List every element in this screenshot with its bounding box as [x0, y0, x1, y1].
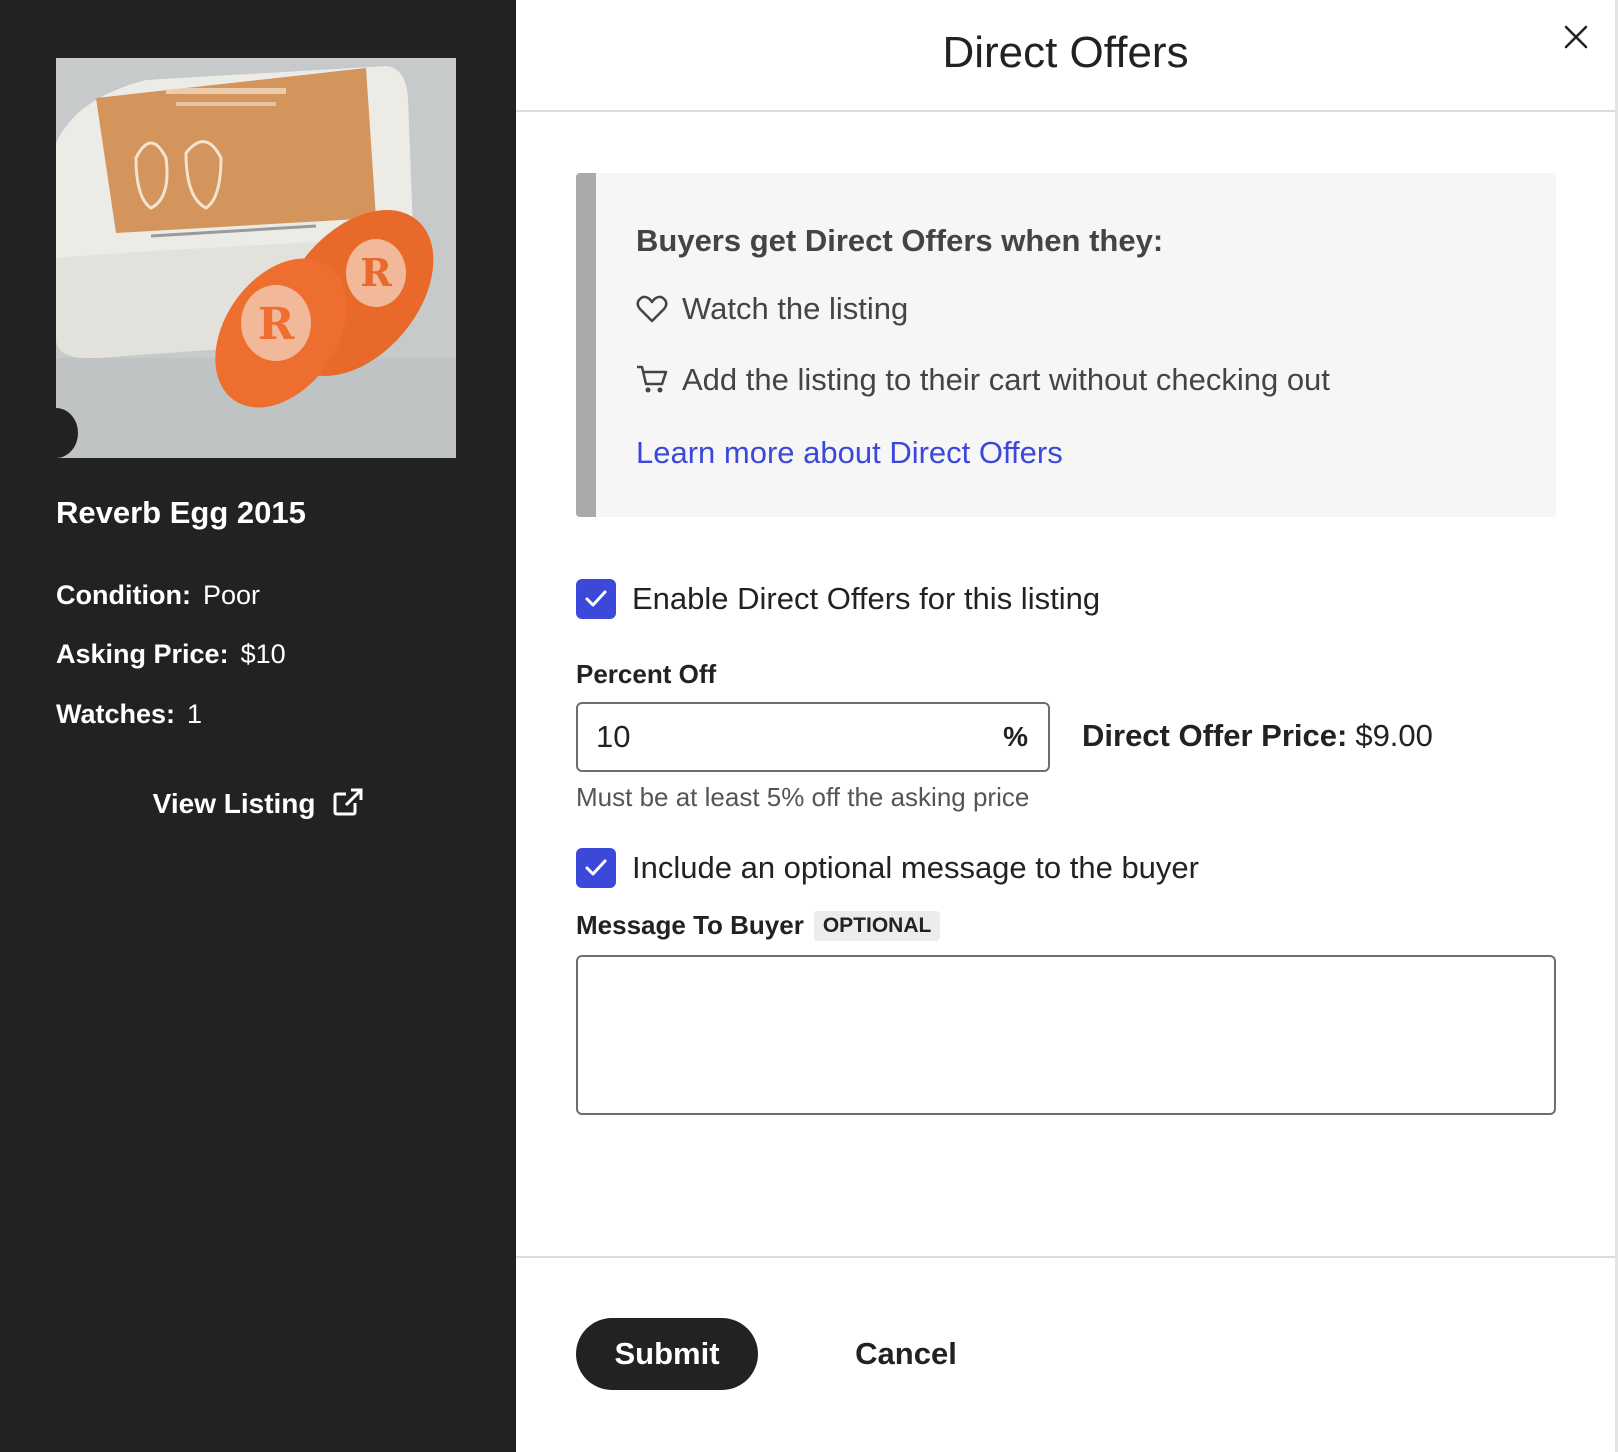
listing-summary-panel: R R Reverb Egg 2015 Condition: Poor Askin…	[0, 0, 516, 1452]
include-message-row[interactable]: Include an optional message to the buyer	[576, 848, 1199, 888]
external-link-icon	[333, 788, 363, 816]
asking-price-value: $10	[240, 639, 286, 669]
direct-offer-price-value: $9.00	[1355, 718, 1433, 753]
direct-offers-form-panel: Direct Offers Buyers get Direct Offers w…	[516, 0, 1618, 1452]
info-item-watch: Watch the listing	[636, 291, 908, 327]
info-item-cart: Add the listing to their cart without ch…	[636, 362, 1330, 398]
modal-footer: Submit Cancel	[516, 1256, 1615, 1452]
checkmark-icon	[585, 859, 607, 876]
listing-thumbnail: R R	[56, 58, 456, 458]
condition-label: Condition:	[56, 580, 191, 610]
modal-title: Direct Offers	[942, 28, 1189, 77]
egg-shaker-image: R R	[56, 58, 456, 458]
modal-header: Direct Offers	[516, 0, 1615, 112]
enable-direct-offers-checkbox[interactable]	[576, 579, 616, 619]
enable-direct-offers-row[interactable]: Enable Direct Offers for this listing	[576, 579, 1100, 619]
message-to-buyer-label: Message To Buyer	[576, 910, 804, 940]
percent-off-field[interactable]: %	[576, 702, 1050, 772]
svg-text:R: R	[258, 299, 295, 350]
asking-price-label: Asking Price:	[56, 639, 229, 669]
cancel-button[interactable]: Cancel	[826, 1318, 986, 1390]
checkmark-icon	[585, 590, 607, 607]
percent-off-input[interactable]	[596, 719, 1004, 755]
view-listing-label: View Listing	[152, 788, 316, 819]
listing-title: Reverb Egg 2015	[56, 495, 306, 530]
view-listing-link[interactable]: View Listing	[0, 788, 516, 820]
learn-more-link[interactable]: Learn more about Direct Offers	[636, 435, 1063, 471]
direct-offer-price: Direct Offer Price: $9.00	[1082, 718, 1433, 754]
info-item-cart-text: Add the listing to their cart without ch…	[682, 362, 1330, 397]
percent-suffix: %	[1003, 721, 1028, 752]
percent-off-label: Percent Off	[576, 659, 717, 689]
watches-label: Watches:	[56, 699, 176, 729]
submit-button[interactable]: Submit	[576, 1318, 758, 1390]
include-message-label: Include an optional message to the buyer	[632, 850, 1199, 885]
heart-icon	[636, 295, 668, 323]
watches-value: 1	[187, 699, 203, 729]
percent-off-helper-text: Must be at least 5% off the asking price	[576, 782, 1030, 812]
optional-badge: OPTIONAL	[813, 911, 941, 941]
listing-watches: Watches: 1	[56, 699, 202, 730]
listing-condition: Condition: Poor	[56, 580, 260, 611]
info-heading: Buyers get Direct Offers when they:	[636, 223, 1164, 258]
direct-offers-info-box: Buyers get Direct Offers when they: Watc…	[576, 173, 1556, 517]
svg-text:R: R	[360, 250, 392, 295]
cart-icon	[637, 365, 668, 393]
condition-value: Poor	[202, 580, 260, 610]
close-button[interactable]	[1559, 20, 1593, 54]
close-icon	[1564, 25, 1588, 49]
direct-offer-price-label: Direct Offer Price:	[1082, 718, 1348, 753]
message-to-buyer-label-row: Message To Buyer OPTIONAL	[576, 910, 941, 941]
direct-offers-modal: R R Reverb Egg 2015 Condition: Poor Askin…	[0, 0, 1618, 1452]
thumbnail-indicator-dot	[34, 408, 78, 458]
include-message-checkbox[interactable]	[576, 848, 616, 888]
listing-asking-price: Asking Price: $10	[56, 639, 286, 670]
enable-direct-offers-label: Enable Direct Offers for this listing	[632, 581, 1101, 616]
info-item-watch-text: Watch the listing	[682, 291, 909, 326]
message-to-buyer-textarea[interactable]	[576, 955, 1556, 1115]
